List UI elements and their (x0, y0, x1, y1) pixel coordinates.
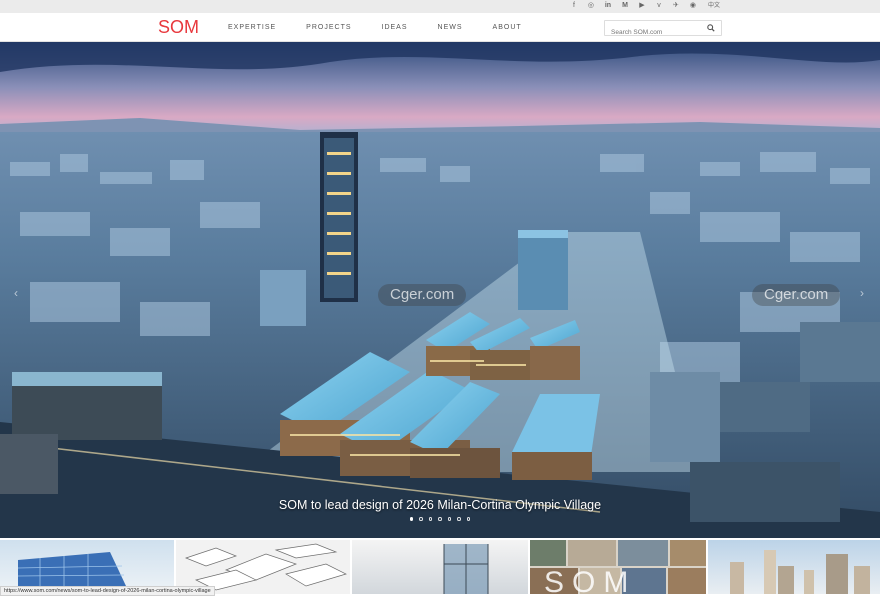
twitter-icon[interactable]: ✈ (672, 1, 680, 11)
slide-dot-5[interactable] (447, 517, 452, 521)
slide-dot-4[interactable] (438, 517, 442, 521)
som-logo[interactable]: SOM (158, 17, 199, 38)
thumbnail-skyline[interactable] (708, 540, 880, 594)
thumbnail-glass-elevator-image (443, 544, 489, 594)
slide-dot-2[interactable] (419, 517, 423, 521)
nav-expertise[interactable]: EXPERTISE (228, 24, 276, 31)
vimeo-icon[interactable]: v (655, 1, 663, 11)
browser-status-url: https://www.som.com/news/som-to-lead-des… (0, 586, 215, 596)
search-input[interactable] (611, 25, 703, 40)
nav-about[interactable]: ABOUT (493, 24, 522, 31)
language-switch[interactable]: 中文 (708, 1, 720, 11)
facebook-icon[interactable]: f (570, 1, 578, 11)
main-nav: EXPERTISE PROJECTS IDEAS NEWS ABOUT (228, 13, 552, 41)
svg-text:SOM: SOM (544, 566, 636, 594)
social-links: f ◎ in M ▶ v ✈ ◉ 中文 (570, 1, 720, 11)
slide-dot-7[interactable] (466, 517, 471, 521)
thumbnail-collage-image: SOM (530, 540, 706, 594)
weibo-icon[interactable]: ◉ (689, 1, 697, 11)
nav-ideas[interactable]: IDEAS (382, 24, 408, 31)
main-header: SOM EXPERTISE PROJECTS IDEAS NEWS ABOUT (0, 13, 880, 42)
instagram-icon[interactable]: ◎ (587, 1, 595, 11)
nav-news[interactable]: NEWS (438, 24, 463, 31)
search-box (604, 20, 722, 40)
youtube-icon[interactable]: ▶ (638, 1, 646, 11)
medium-icon[interactable]: M (621, 1, 629, 11)
top-utility-bar: f ◎ in M ▶ v ✈ ◉ 中文 (0, 0, 880, 13)
watermark-right: Cger.com (752, 284, 841, 306)
thumbnail-skyline-image (730, 550, 870, 594)
slide-dot-1[interactable] (409, 517, 414, 521)
prev-slide-arrow-icon[interactable]: ‹ (14, 286, 18, 300)
search-icon[interactable] (707, 24, 715, 32)
next-slide-arrow-icon[interactable]: › (860, 286, 864, 300)
linkedin-icon[interactable]: in (604, 1, 612, 11)
hero-caption[interactable]: SOM to lead design of 2026 Milan-Cortina… (0, 498, 880, 512)
hero-slideshow[interactable]: Cger.com Cger.com ‹ › SOM to lead design… (0, 42, 880, 538)
thumbnail-collage[interactable]: SOM (530, 540, 706, 594)
slide-dot-3[interactable] (428, 517, 433, 521)
slide-indicators (0, 517, 880, 521)
thumbnail-glass-elevator[interactable] (352, 540, 528, 594)
slide-dot-6[interactable] (457, 517, 461, 521)
nav-projects[interactable]: PROJECTS (306, 24, 351, 31)
watermark-left: Cger.com (378, 284, 467, 306)
